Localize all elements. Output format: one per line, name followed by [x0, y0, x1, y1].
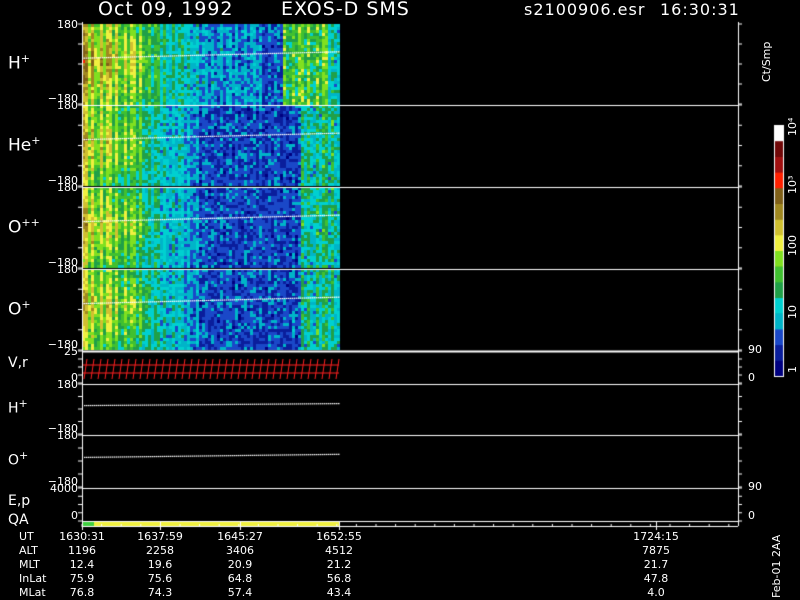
ephemeris-value: 1652:55: [316, 530, 362, 543]
panel-species: H: [8, 400, 19, 417]
ephemeris-label: MLat: [19, 586, 46, 599]
ephemeris-row-ut: UT 1630:31 1637:59 1645:27 1652:55 1724:15: [0, 530, 760, 544]
panel-species: He: [8, 135, 32, 156]
right-max-label: 90: [748, 480, 762, 493]
ephemeris-value: 1196: [68, 544, 96, 557]
ephemeris-label: UT: [19, 530, 34, 543]
panel-charge: +: [31, 133, 41, 147]
panel-label-qa: QA: [8, 512, 29, 528]
ephemeris-value: 19.6: [147, 558, 173, 571]
ephemeris-value: 64.8: [227, 572, 253, 585]
panel-label-h-plus-line: H+: [8, 397, 28, 417]
panel-species: O: [8, 452, 20, 469]
ephemeris-table: UT 1630:31 1637:59 1645:27 1652:55 1724:15 ALT…: [0, 530, 760, 600]
y-max-label: 180: [57, 378, 78, 391]
y-max-label: 180: [57, 429, 78, 442]
panel-species: O: [8, 217, 22, 238]
panel-label-h-plus-pitch: H+: [8, 52, 30, 74]
panel-species: H: [8, 53, 21, 74]
ephemeris-value: 2258: [146, 544, 174, 557]
spectrogram-canvas: [0, 0, 800, 600]
panel-charge: +: [19, 449, 29, 462]
ephemeris-label: MLT: [19, 558, 40, 571]
ephemeris-value: 57.4: [227, 586, 253, 599]
right-min-label: 0: [748, 509, 755, 522]
ephemeris-value: 21.2: [326, 558, 352, 571]
ephemeris-value: 43.4: [326, 586, 352, 599]
ephemeris-value: 4.0: [647, 586, 665, 599]
panel-label-o-plus-pitch: O+: [8, 298, 31, 320]
ephemeris-value: 47.8: [643, 572, 669, 585]
panel-charge: ++: [21, 215, 40, 229]
header-date: Oct 09, 1992: [98, 0, 234, 20]
ephemeris-value: 75.6: [147, 572, 173, 585]
footer-date: Feb-01 2AA: [770, 534, 783, 598]
y-max-label: 25: [64, 345, 78, 358]
y-max-label: 180: [57, 99, 78, 112]
header-instrument: EXOS-D SMS: [281, 0, 410, 20]
y-max-label: 180: [57, 18, 78, 31]
ephemeris-value: 1637:59: [137, 530, 183, 543]
ephemeris-row-alt: ALT 1196 2258 3406 4512 7875: [0, 544, 760, 558]
y-max-label: 180: [57, 263, 78, 276]
ephemeris-value: 76.8: [69, 586, 95, 599]
ephemeris-row-mlt: MLT 12.4 19.6 20.9 21.2 21.7: [0, 558, 760, 572]
panel-species: QA: [8, 511, 29, 528]
ephemeris-value: 1630:31: [59, 530, 105, 543]
colorbar-units: Ct/Smp: [760, 41, 773, 82]
colorbar-label: 10³: [786, 175, 799, 194]
colorbar-label: 100: [786, 235, 799, 256]
ephemeris-value: 7875: [642, 544, 670, 557]
colorbar-label: 1: [786, 366, 799, 373]
panel-charge: +: [20, 52, 31, 65]
ephemeris-value: 4512: [325, 544, 353, 557]
y-max-label: 4000: [50, 482, 78, 495]
panel-species: O: [8, 299, 22, 320]
header-time: 16:30:31: [660, 0, 740, 19]
right-max-label: 90: [748, 343, 762, 356]
ephemeris-value: 56.8: [326, 572, 352, 585]
ephemeris-row-mlat: MLat 76.8 74.3 57.4 43.4 4.0: [0, 586, 760, 600]
ephemeris-row-inlat: InLat 75.9 75.6 64.8 56.8 47.8: [0, 572, 760, 586]
ephemeris-value: 75.9: [69, 572, 95, 585]
y-max-label: 180: [57, 181, 78, 194]
ephemeris-label: ALT: [19, 544, 38, 557]
ephemeris-value: 12.4: [69, 558, 95, 571]
ephemeris-value: 1724:15: [633, 530, 679, 543]
ephemeris-value: 3406: [226, 544, 254, 557]
panel-label-o-plusplus-pitch: O++: [8, 216, 40, 238]
panel-label-o-plus-line: O+: [8, 449, 28, 469]
panel-charge: +: [18, 397, 28, 410]
ephemeris-value: 1645:27: [217, 530, 263, 543]
colorbar-label: 10: [786, 305, 799, 319]
right-min-label: 0: [748, 371, 755, 384]
ephemeris-label: InLat: [19, 572, 47, 585]
ephemeris-value: 20.9: [227, 558, 253, 571]
colorbar-label: 10⁴: [786, 117, 799, 136]
panel-label-he-plus-pitch: He+: [8, 134, 40, 156]
ephemeris-value: 74.3: [147, 586, 173, 599]
ephemeris-value: 21.7: [643, 558, 669, 571]
panel-charge: +: [21, 297, 31, 311]
header-file: s2100906.esr: [524, 0, 646, 19]
